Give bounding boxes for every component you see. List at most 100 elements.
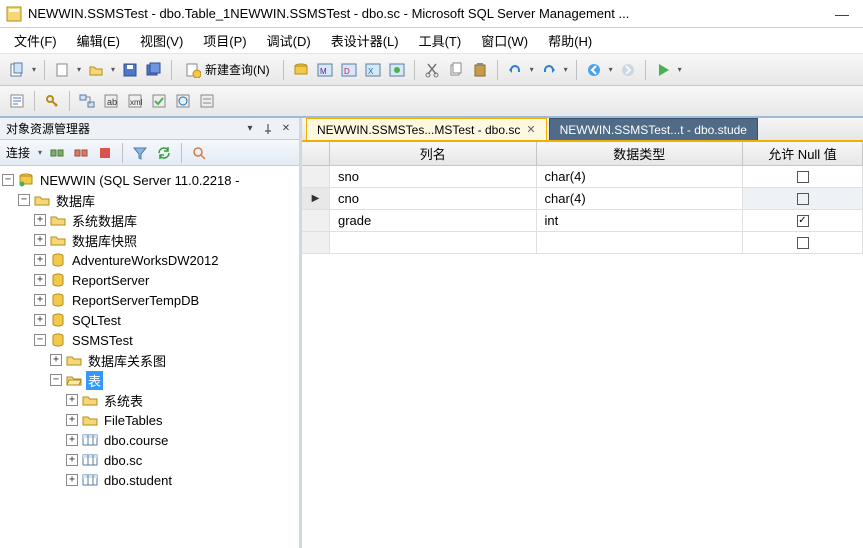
- checkbox-unchecked-icon[interactable]: [797, 171, 809, 183]
- stop-icon[interactable]: [94, 142, 116, 164]
- row-selector[interactable]: [302, 210, 330, 231]
- start-debug-icon[interactable]: [652, 59, 674, 81]
- tree-diagrams-node[interactable]: + 数据库关系图: [2, 350, 297, 370]
- tree-db-sqltest[interactable]: + SQLTest: [2, 310, 297, 330]
- tree-table-student[interactable]: + dbo.student: [2, 470, 297, 490]
- object-explorer-tree[interactable]: − NEWWIN (SQL Server 11.0.2218 - − 数据库 +…: [0, 166, 299, 548]
- collapse-icon[interactable]: −: [34, 334, 46, 346]
- tree-server-node[interactable]: − NEWWIN (SQL Server 11.0.2218 -: [2, 170, 297, 190]
- tree-system-databases-node[interactable]: + 系统数据库: [2, 210, 297, 230]
- cell-allow-null[interactable]: [743, 166, 863, 187]
- expand-icon[interactable]: +: [66, 434, 78, 446]
- cell-data-type[interactable]: char(4): [537, 188, 744, 209]
- checkbox-unchecked-icon[interactable]: [797, 237, 809, 249]
- cell-data-type[interactable]: [537, 232, 744, 253]
- menu-file[interactable]: 文件(F): [6, 29, 65, 52]
- tree-db-snapshots-node[interactable]: + 数据库快照: [2, 230, 297, 250]
- refresh-icon[interactable]: [153, 142, 175, 164]
- cell-data-type[interactable]: char(4): [537, 166, 744, 187]
- tab-dbo-student[interactable]: NEWWIN.SSMSTest...t - dbo.stude: [549, 118, 758, 140]
- fulltext-index-icon[interactable]: xml: [124, 90, 146, 112]
- tree-db-ssmstest[interactable]: − SSMSTest: [2, 330, 297, 350]
- new-project-icon[interactable]: [6, 59, 28, 81]
- expand-icon[interactable]: +: [50, 354, 62, 366]
- mdx-query-icon[interactable]: M: [314, 59, 336, 81]
- tree-tables-node[interactable]: − 表: [2, 370, 297, 390]
- menu-tools[interactable]: 工具(T): [411, 29, 470, 52]
- menu-debug[interactable]: 调试(D): [259, 29, 319, 52]
- dropdown-icon[interactable]: ▾: [562, 65, 570, 74]
- expand-icon[interactable]: +: [34, 294, 46, 306]
- save-icon[interactable]: [119, 59, 141, 81]
- nav-back-icon[interactable]: [583, 59, 605, 81]
- table-row-empty[interactable]: [302, 232, 863, 254]
- spatial-index-icon[interactable]: [172, 90, 194, 112]
- panel-dropdown-icon[interactable]: ▾: [243, 122, 257, 136]
- dropdown-icon[interactable]: ▾: [75, 65, 83, 74]
- dropdown-icon[interactable]: ▾: [109, 65, 117, 74]
- connect-icon[interactable]: [46, 142, 68, 164]
- dropdown-icon[interactable]: ▾: [36, 148, 44, 157]
- cell-allow-null[interactable]: [743, 210, 863, 231]
- table-row[interactable]: ▶ cno char(4): [302, 188, 863, 210]
- tree-table-sc[interactable]: + dbo.sc: [2, 450, 297, 470]
- expand-icon[interactable]: +: [66, 454, 78, 466]
- disconnect-icon[interactable]: [70, 142, 92, 164]
- filter-icon[interactable]: [129, 142, 151, 164]
- cell-column-name[interactable]: grade: [330, 210, 537, 231]
- cell-allow-null[interactable]: [743, 232, 863, 253]
- cell-column-name[interactable]: cno: [330, 188, 537, 209]
- cell-allow-null[interactable]: [743, 188, 863, 209]
- table-row[interactable]: grade int: [302, 210, 863, 232]
- menu-tabledesigner[interactable]: 表设计器(L): [323, 29, 407, 52]
- expand-icon[interactable]: +: [34, 254, 46, 266]
- tree-databases-node[interactable]: − 数据库: [2, 190, 297, 210]
- expand-icon[interactable]: +: [66, 414, 78, 426]
- tree-filetables-node[interactable]: + FileTables: [2, 410, 297, 430]
- compact-query-icon[interactable]: [386, 59, 408, 81]
- new-file-icon[interactable]: [51, 59, 73, 81]
- tab-dbo-sc[interactable]: NEWWIN.SSMSTes...MSTest - dbo.sc ✕: [306, 118, 547, 140]
- expand-icon[interactable]: +: [34, 214, 46, 226]
- tree-table-course[interactable]: + dbo.course: [2, 430, 297, 450]
- save-all-icon[interactable]: [143, 59, 165, 81]
- table-designer-grid[interactable]: 列名 数据类型 允许 Null 值 sno char(4) ▶ cno char…: [302, 142, 863, 548]
- primary-key-icon[interactable]: [41, 90, 63, 112]
- minimize-button[interactable]: —: [835, 6, 849, 22]
- relationships-icon[interactable]: [76, 90, 98, 112]
- dmx-query-icon[interactable]: D: [338, 59, 360, 81]
- indexes-icon[interactable]: ab: [100, 90, 122, 112]
- tree-db-reportserver[interactable]: + ReportServer: [2, 270, 297, 290]
- nav-forward-icon[interactable]: [617, 59, 639, 81]
- menu-help[interactable]: 帮助(H): [540, 29, 600, 52]
- xmla-query-icon[interactable]: X: [362, 59, 384, 81]
- collapse-icon[interactable]: −: [2, 174, 14, 186]
- expand-icon[interactable]: +: [34, 234, 46, 246]
- manage-indexes-icon[interactable]: [196, 90, 218, 112]
- menu-view[interactable]: 视图(V): [132, 29, 191, 52]
- cell-column-name[interactable]: sno: [330, 166, 537, 187]
- close-icon[interactable]: ✕: [526, 123, 535, 136]
- dropdown-icon[interactable]: ▾: [607, 65, 615, 74]
- expand-icon[interactable]: +: [34, 314, 46, 326]
- close-icon[interactable]: ✕: [279, 122, 293, 136]
- open-folder-icon[interactable]: [85, 59, 107, 81]
- generate-script-icon[interactable]: [6, 90, 28, 112]
- menu-window[interactable]: 窗口(W): [473, 29, 536, 52]
- menu-edit[interactable]: 编辑(E): [69, 29, 128, 52]
- menu-project[interactable]: 项目(P): [195, 29, 254, 52]
- tree-db-adventureworks[interactable]: + AdventureWorksDW2012: [2, 250, 297, 270]
- search-icon[interactable]: [188, 142, 210, 164]
- checkbox-unchecked-icon[interactable]: [797, 193, 809, 205]
- table-row[interactable]: sno char(4): [302, 166, 863, 188]
- redo-icon[interactable]: [538, 59, 560, 81]
- collapse-icon[interactable]: −: [50, 374, 62, 386]
- copy-icon[interactable]: [445, 59, 467, 81]
- expand-icon[interactable]: +: [66, 474, 78, 486]
- expand-icon[interactable]: +: [34, 274, 46, 286]
- cell-column-name[interactable]: [330, 232, 537, 253]
- tree-db-reportservertemp[interactable]: + ReportServerTempDB: [2, 290, 297, 310]
- column-header-name[interactable]: 列名: [330, 142, 537, 165]
- checkbox-checked-icon[interactable]: [797, 215, 809, 227]
- paste-icon[interactable]: [469, 59, 491, 81]
